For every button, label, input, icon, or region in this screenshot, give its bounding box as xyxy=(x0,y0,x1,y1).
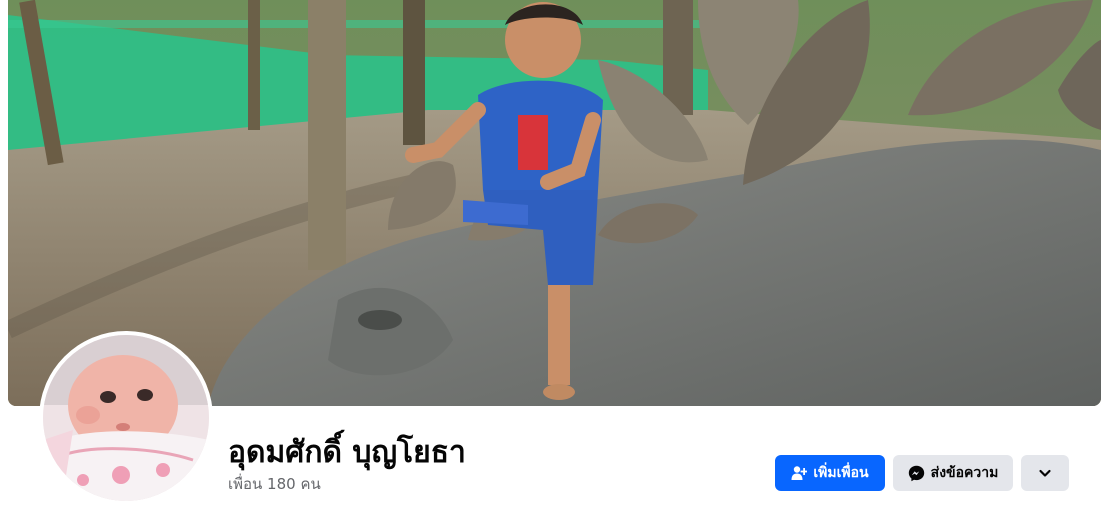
profile-avatar[interactable] xyxy=(39,331,213,505)
friends-count-link[interactable]: เพื่อน 180 คน xyxy=(228,472,321,496)
add-friend-label: เพิ่มเพื่อน xyxy=(813,465,869,481)
more-options-button[interactable] xyxy=(1021,455,1069,491)
add-friend-button[interactable]: เพิ่มเพื่อน xyxy=(775,455,885,491)
message-button[interactable]: ส่งข้อความ xyxy=(893,455,1013,491)
messenger-icon xyxy=(908,465,925,482)
add-friend-icon xyxy=(791,465,808,481)
chevron-down-icon xyxy=(1038,466,1052,480)
profile-avatar-image xyxy=(43,335,209,501)
message-label: ส่งข้อความ xyxy=(930,465,999,481)
profile-name: อุดมศักดิ์ บุญโยธา xyxy=(228,435,466,470)
